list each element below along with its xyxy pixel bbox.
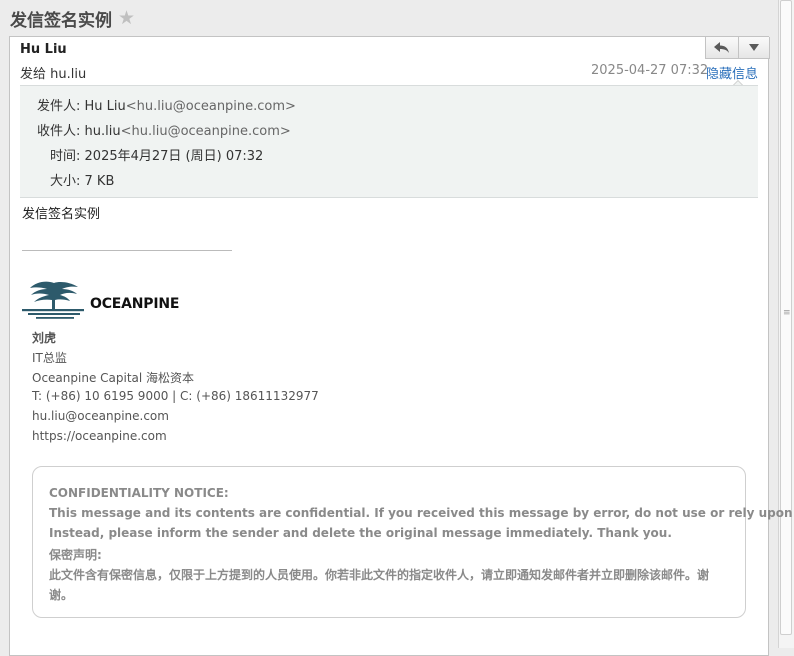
reply-icon [714, 41, 729, 53]
notice-line-2: Instead, please inform the sender and de… [49, 526, 672, 540]
message-details: 发件人: Hu Liu<hu.liu@oceanpine.com> 收件人: h… [20, 85, 758, 198]
message-body-text: 发信签名实例 [22, 207, 101, 222]
oceanpine-logo [22, 281, 84, 319]
detail-time-label: 时间: [50, 149, 81, 164]
signature-title: IT总监 [32, 351, 67, 365]
notice-heading-cn: 保密声明: [49, 548, 102, 562]
reply-button[interactable] [706, 37, 739, 58]
detail-time-value: 2025年4月27日 (周日) 07:32 [84, 149, 264, 164]
recipient-line: 发给 hu.liu [20, 67, 87, 82]
detail-from-label: 发件人: [37, 99, 81, 114]
signature-website[interactable]: https://oceanpine.com [32, 429, 167, 443]
signature-name: 刘虎 [32, 331, 57, 345]
detail-to-row: 收件人: hu.liu<hu.liu@oceanpine.com> [37, 120, 291, 139]
detail-size-row: 大小: 7 KB [50, 170, 114, 189]
more-actions-button[interactable] [739, 37, 769, 58]
signature-divider [22, 250, 232, 251]
star-icon[interactable]: ★ [118, 7, 135, 29]
reply-button-group [705, 37, 770, 59]
detail-from-email[interactable]: <hu.liu@oceanpine.com> [126, 99, 296, 114]
notice-line-3: 此文件含有保密信息，仅限于上方提到的人员使用。你若非此文件的指定收件人，请立即通… [49, 568, 710, 582]
notice-line-1: This message and its contents are confid… [49, 506, 794, 520]
message-panel: Hu Liu 发给 hu.liu 2025-04-27 07:32 隐藏信息 发… [9, 36, 794, 656]
detail-to-email[interactable]: <hu.liu@oceanpine.com> [121, 124, 291, 139]
detail-size-value: 7 KB [84, 174, 115, 189]
detail-time-row: 时间: 2025年4月27日 (周日) 07:32 [50, 145, 263, 164]
subject-bar: 发信签名实例 ★ [10, 6, 135, 31]
message-date: 2025-04-27 07:32 [591, 63, 709, 78]
detail-size-label: 大小: [50, 174, 81, 189]
detail-from-name: Hu Liu [84, 99, 126, 114]
sender-name: Hu Liu [20, 42, 67, 57]
scrollbar-grip-icon: ≡ [783, 308, 791, 318]
detail-to-label: 收件人: [37, 124, 81, 139]
chevron-down-icon [749, 43, 759, 51]
notice-heading: CONFIDENTIALITY NOTICE: [49, 486, 229, 500]
detail-from-row: 发件人: Hu Liu<hu.liu@oceanpine.com> [37, 95, 296, 114]
signature-phone: T: (+86) 10 6195 9000 | C: (+86) 1861113… [32, 389, 319, 403]
page-title: 发信签名实例 [10, 10, 112, 31]
signature-company: Oceanpine Capital 海松资本 [32, 371, 195, 385]
detail-to-name: hu.liu [84, 124, 121, 139]
notice-line-4: 谢。 [49, 588, 74, 602]
signature-email[interactable]: hu.liu@oceanpine.com [32, 409, 169, 423]
confidentiality-notice: CONFIDENTIALITY NOTICE: This message and… [32, 466, 794, 618]
logo-text: OCEANPINE [90, 296, 180, 312]
